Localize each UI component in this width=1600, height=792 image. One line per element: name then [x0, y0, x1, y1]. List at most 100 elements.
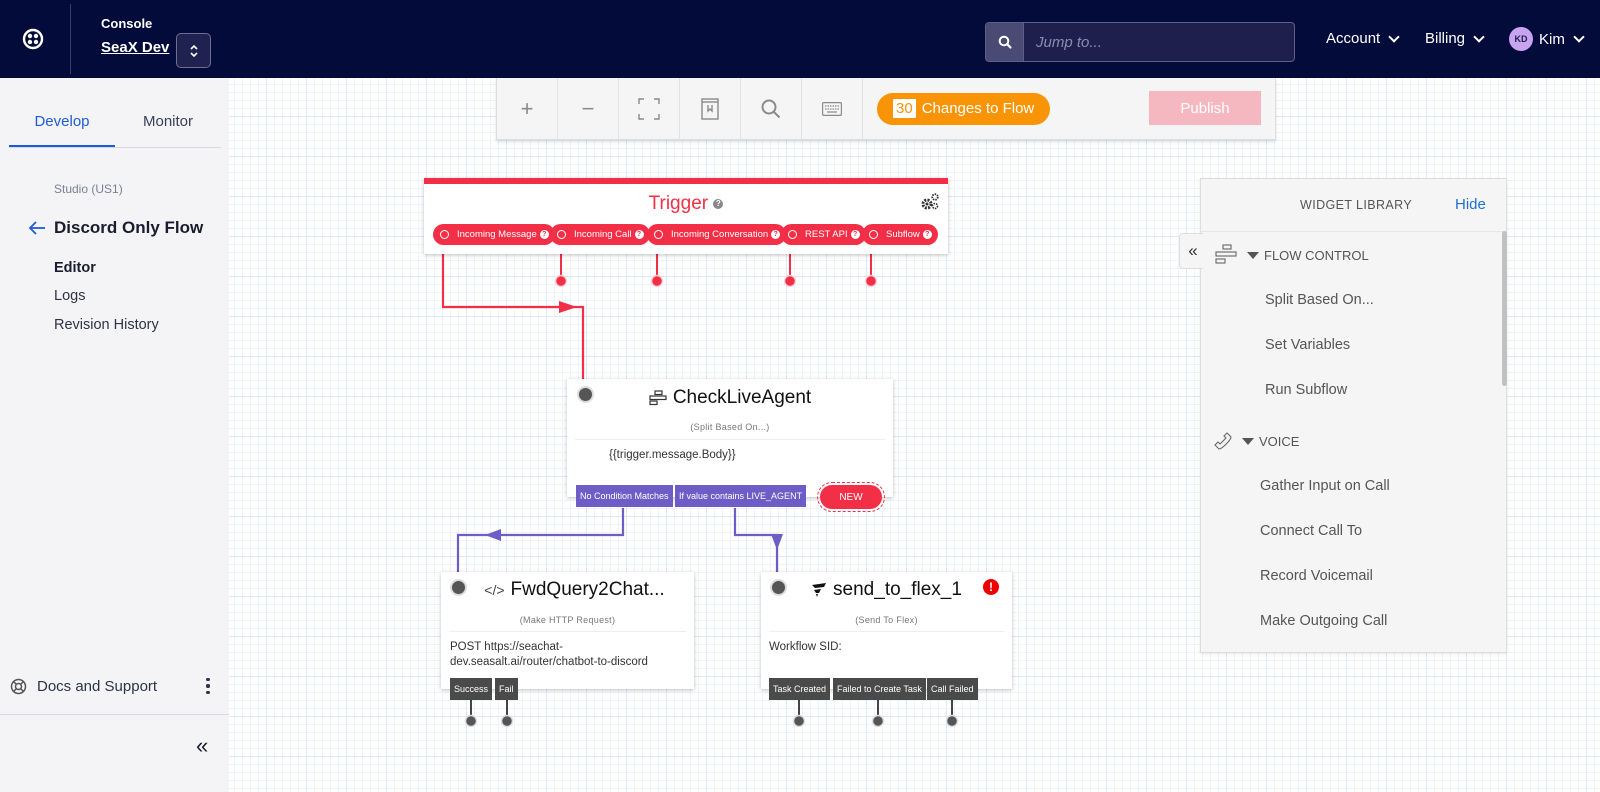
jump-to-input[interactable] [1024, 23, 1294, 61]
jump-to-search [985, 22, 1295, 62]
widget-body: {{trigger.message.Body}} [609, 449, 736, 461]
trigger-rest-api[interactable]: REST API ? [781, 224, 866, 245]
changes-to-flow-button[interactable]: 30 Changes to Flow [877, 92, 1051, 125]
canvas-toolbar: + − 30 Changes to Flow Publish [496, 78, 1276, 140]
collapse-sidebar-button[interactable]: « [196, 733, 208, 759]
port-subflow [864, 274, 878, 288]
new-transition-button[interactable]: NEW [817, 482, 885, 512]
top-navigation-bar: Console SeaX Dev Account Billing KD Kim [0, 0, 1600, 78]
trigger-incoming-message[interactable]: Incoming Message ? [433, 224, 555, 245]
studio-section-label: Studio (US1) [54, 182, 123, 196]
tab-monitor[interactable]: Monitor [115, 100, 221, 147]
flex-icon [812, 583, 827, 597]
flow-canvas[interactable]: + − 30 Changes to Flow Publish Trigger ?… [229, 78, 1600, 792]
widget-run-subflow[interactable]: Run Subflow [1265, 382, 1347, 398]
sidebar-item-revision-history[interactable]: Revision History [54, 317, 159, 333]
publish-button[interactable]: Publish [1149, 91, 1261, 125]
zoom-in-button[interactable]: + [497, 78, 558, 140]
more-options-icon[interactable] [200, 674, 216, 698]
widget-type: (Make HTTP Request) [519, 615, 616, 625]
transition-success[interactable]: Success [450, 678, 493, 700]
billing-menu[interactable]: Billing [1425, 30, 1485, 47]
caret-down-icon [1247, 251, 1259, 259]
port-ring-icon [869, 230, 878, 239]
trigger-incoming-call[interactable]: Incoming Call ? [550, 224, 650, 245]
chevron-down-icon [1388, 30, 1400, 43]
fit-to-screen-button[interactable] [619, 78, 680, 140]
hide-library-button[interactable]: Hide [1455, 196, 1486, 213]
port-ring-icon [440, 230, 449, 239]
trigger-title: Trigger ? [424, 193, 948, 215]
widget-title-text: send_to_flex_1 [833, 579, 962, 600]
docs-and-support-link[interactable]: Docs and Support [10, 674, 220, 698]
trigger-event-label: Subflow [886, 229, 920, 240]
lifebuoy-icon [10, 678, 27, 694]
transition-call-failed[interactable]: Call Failed [927, 678, 978, 700]
widget-gather-input-on-call[interactable]: Gather Input on Call [1260, 478, 1390, 494]
sidebar-item-editor[interactable]: Editor [54, 260, 96, 276]
request-line-1: POST https://seachat- [450, 641, 563, 653]
twilio-logo-icon[interactable] [22, 28, 44, 50]
split-icon [649, 390, 667, 406]
chevron-down-icon [1573, 31, 1585, 43]
transition-failed-to-create-task[interactable]: Failed to Create Task [833, 678, 926, 700]
back-to-flows-link[interactable]: Discord Only Flow [28, 218, 203, 238]
category-label: FLOW CONTROL [1264, 247, 1369, 263]
trigger-subflow[interactable]: Subflow ? [862, 224, 938, 245]
check-live-agent-widget[interactable]: CheckLiveAgent (Split Based On...) {{tri… [567, 379, 893, 497]
widget-make-outgoing-call[interactable]: Make Outgoing Call [1260, 613, 1387, 629]
sidebar-item-logs[interactable]: Logs [54, 288, 85, 304]
trigger-widget[interactable]: Trigger ? Incoming Message ? Incoming Ca… [424, 178, 948, 254]
chevron-down-icon [1473, 30, 1485, 43]
user-menu[interactable]: KD Kim [1509, 27, 1585, 51]
help-icon[interactable]: ? [713, 198, 724, 209]
trigger-incoming-conversation[interactable]: Incoming Conversation ? [647, 224, 787, 245]
fwd-query-widget[interactable]: </> FwdQuery2Chat... (Make HTTP Request)… [441, 572, 694, 689]
port-ring-icon [788, 230, 797, 239]
transition-fail[interactable]: Fail [495, 678, 518, 700]
widget-type: (Split Based On...) [690, 422, 770, 432]
chevron-up-down-icon [189, 44, 198, 57]
help-icon: ? [634, 230, 644, 239]
left-sidebar: Develop Monitor Studio (US1) Discord Onl… [0, 78, 229, 792]
phone-icon [1214, 432, 1232, 450]
widget-connect-call-to[interactable]: Connect Call To [1260, 523, 1362, 539]
category-label: VOICE [1259, 433, 1300, 449]
arrow-left-icon [28, 221, 45, 235]
tab-develop[interactable]: Develop [9, 100, 115, 147]
changes-label: Changes to Flow [921, 100, 1035, 117]
send-to-flex-widget[interactable]: send_to_flex_1 ! (Send To Flex) Workflow… [761, 572, 1012, 689]
sidebar-divider [0, 714, 229, 715]
search-button[interactable] [986, 23, 1024, 61]
notes-button[interactable] [680, 78, 741, 140]
trigger-title-text: Trigger [648, 193, 709, 214]
widget-record-voicemail[interactable]: Record Voicemail [1260, 568, 1373, 584]
search-flow-button[interactable] [741, 78, 802, 140]
avatar: KD [1509, 27, 1533, 51]
widget-library-title: WIDGET LIBRARY [1300, 198, 1413, 212]
transition-task-created[interactable]: Task Created [769, 678, 831, 700]
transition-no-condition-matches[interactable]: No Condition Matches [576, 485, 673, 507]
widget-set-variables[interactable]: Set Variables [1265, 337, 1350, 353]
library-scrollbar[interactable] [1502, 231, 1507, 386]
help-icon: ? [539, 230, 549, 239]
category-flow-control[interactable]: FLOW CONTROL [1215, 244, 1369, 266]
widget-title-text: CheckLiveAgent [672, 387, 812, 408]
keyboard-shortcuts-button[interactable] [802, 78, 863, 140]
zoom-out-button[interactable]: − [558, 78, 619, 140]
account-menu[interactable]: Account [1326, 30, 1400, 47]
account-switcher-button[interactable] [176, 33, 211, 68]
help-icon: ? [850, 230, 860, 239]
help-icon: ? [771, 230, 781, 239]
search-icon [761, 99, 781, 118]
error-icon[interactable]: ! [983, 579, 999, 595]
keyboard-icon [822, 101, 842, 116]
account-name-link[interactable]: SeaX Dev [101, 39, 169, 56]
widget-split-based-on[interactable]: Split Based On... [1265, 292, 1374, 308]
transition-live-agent[interactable]: If value contains LIVE_AGENT [675, 485, 807, 507]
category-voice[interactable]: VOICE [1212, 430, 1299, 452]
collapse-library-button[interactable]: « [1179, 233, 1203, 269]
gears-icon[interactable] [920, 192, 940, 212]
caret-down-icon [1242, 437, 1254, 445]
widget-body: POST https://seachat- dev.seasalt.ai/rou… [450, 640, 648, 670]
